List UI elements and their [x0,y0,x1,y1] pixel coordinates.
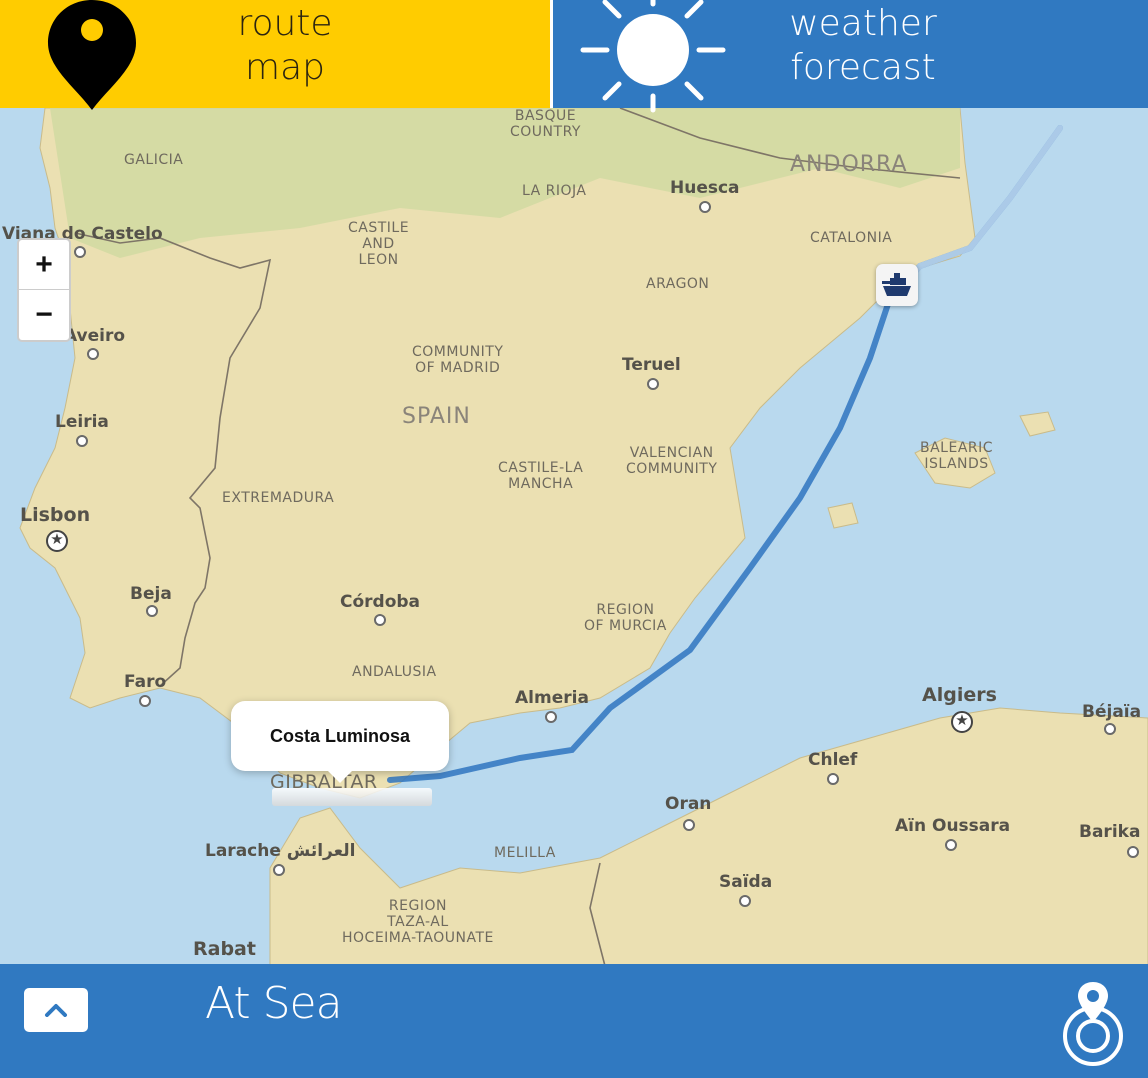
label-almeria: Almeria [515,688,589,708]
label-saida: Saïda [719,872,773,892]
city-dot-teruel [647,378,659,390]
label-rabat: Rabat [193,938,256,960]
city-dot-bejaia [1104,723,1116,735]
city-dot-saida [739,895,751,907]
label-balearic-2: ISLANDS [924,456,989,472]
label-basque-1: BASQUE [514,108,577,124]
label-castile-leon: CASTILE AND LEON [348,220,409,268]
label-spain: SPAIN [402,404,471,429]
label-balearic-1: BALEARIC [920,440,994,456]
label-taza-3: HOCEIMA-TAOUNATE [342,930,494,946]
label-taza: REGION TAZA-AL HOCEIMA-TAOUNATE [342,898,494,946]
label-huesca: Huesca [670,178,740,198]
label-castile-leon-2: AND [362,236,395,252]
top-tab-bar: route map weather forecast [0,0,1148,113]
bottom-status-bar: At Sea [0,964,1148,1078]
city-dot-cordoba [374,614,386,626]
label-chlef: Chlef [808,750,858,770]
sun-icon [580,0,726,113]
tab-weather-line1: weather [789,3,937,44]
label-extremadura: EXTREMADURA [222,490,335,506]
menorca-island [1019,411,1056,437]
label-barika: Barika [1079,822,1141,842]
label-castile-mancha-2: MANCHA [508,476,574,492]
label-taza-2: TAZA-AL [387,914,449,930]
label-beja: Beja [130,584,172,604]
city-dot-faro [139,695,151,707]
label-teruel: Teruel [622,355,681,375]
label-catalonia: CATALONIA [810,230,893,246]
tab-weather-label: weather forecast [763,2,963,90]
city-dot-ain-oussara [945,839,957,851]
expand-button[interactable] [24,988,88,1032]
capital-marker-algiers [951,711,973,733]
city-dot-leiria [76,435,88,447]
city-dot-almeria [545,711,557,723]
label-andalusia: ANDALUSIA [352,664,437,680]
label-madrid: COMMUNITY OF MADRID [412,344,503,376]
label-castile-mancha-1: CASTILE-LA [498,460,584,476]
zoom-control: + − [17,238,71,342]
city-dot-larache [273,864,285,876]
label-melilla: MELILLA [494,845,556,861]
label-murcia: REGION OF MURCIA [584,602,667,634]
label-balearic: BALEARIC ISLANDS [920,440,993,472]
label-aragon: ARAGON [646,276,710,292]
label-castile-leon-1: CASTILE [348,220,410,236]
label-valencian: VALENCIAN COMMUNITY [626,445,717,477]
label-algiers: Algiers [922,684,997,706]
ship-icon [882,273,911,296]
locate-target-icon[interactable] [1058,978,1128,1066]
label-galicia: GALICIA [124,152,184,168]
label-cordoba: Córdoba [340,592,421,612]
ibiza-island [827,502,859,529]
capital-marker-lisbon [46,530,68,552]
tab-weather-forecast[interactable]: weather forecast [550,0,1148,113]
label-lisbon: Lisbon [20,504,91,526]
voyage-status: At Sea [205,978,343,1029]
label-bejaia: Béjaïa [1082,702,1142,722]
city-dot-barika [1127,846,1139,858]
label-leiria: Leiria [55,412,109,432]
map-pin-icon [48,0,136,110]
city-dot-beja [146,605,158,617]
port-marker-barcelona[interactable] [876,264,918,306]
label-basque-2: COUNTRY [510,124,581,140]
route-map[interactable]: GALICIA BASQUE COUNTRY ANDORRA LA RIOJA … [0,108,1148,966]
tab-route-label: route map [180,2,390,90]
chevron-up-icon [45,1004,67,1017]
tab-weather-line2: forecast [790,47,936,88]
label-basque: BASQUE COUNTRY [510,108,581,140]
label-faro: Faro [124,672,167,692]
city-dot-oran [683,819,695,831]
tab-route-map[interactable]: route map [0,0,550,110]
tab-route-line1: route [237,3,333,44]
label-taza-1: REGION [388,898,447,914]
city-dot-viana [74,246,86,258]
label-aveiro: Aveiro [64,326,126,346]
label-murcia-1: REGION [596,602,655,618]
label-larache: Larache العرائش [205,841,356,861]
label-madrid-2: OF MADRID [415,360,501,376]
label-castile-leon-3: LEON [358,252,399,268]
label-la-rioja: LA RIOJA [522,183,587,199]
city-dot-chlef [827,773,839,785]
zoom-in-button[interactable]: + [19,240,69,290]
city-dot-huesca [699,201,711,213]
tab-route-line2: map [245,47,325,88]
label-andorra: ANDORRA [790,152,908,177]
label-ain-oussara: Aïn Oussara [895,816,1011,836]
label-oran: Oran [665,794,712,814]
zoom-out-button[interactable]: − [19,290,69,339]
ship-name-popup[interactable]: Costa Luminosa [231,701,449,783]
map-base-layer [19,108,1148,966]
city-dot-aveiro [87,348,99,360]
label-valencian-2: COMMUNITY [626,461,718,477]
label-madrid-1: COMMUNITY [412,344,504,360]
label-castile-mancha: CASTILE-LA MANCHA [498,460,583,492]
label-murcia-2: OF MURCIA [584,618,667,634]
label-valencian-1: VALENCIAN [629,445,714,461]
ship-position-marker[interactable] [272,788,432,806]
